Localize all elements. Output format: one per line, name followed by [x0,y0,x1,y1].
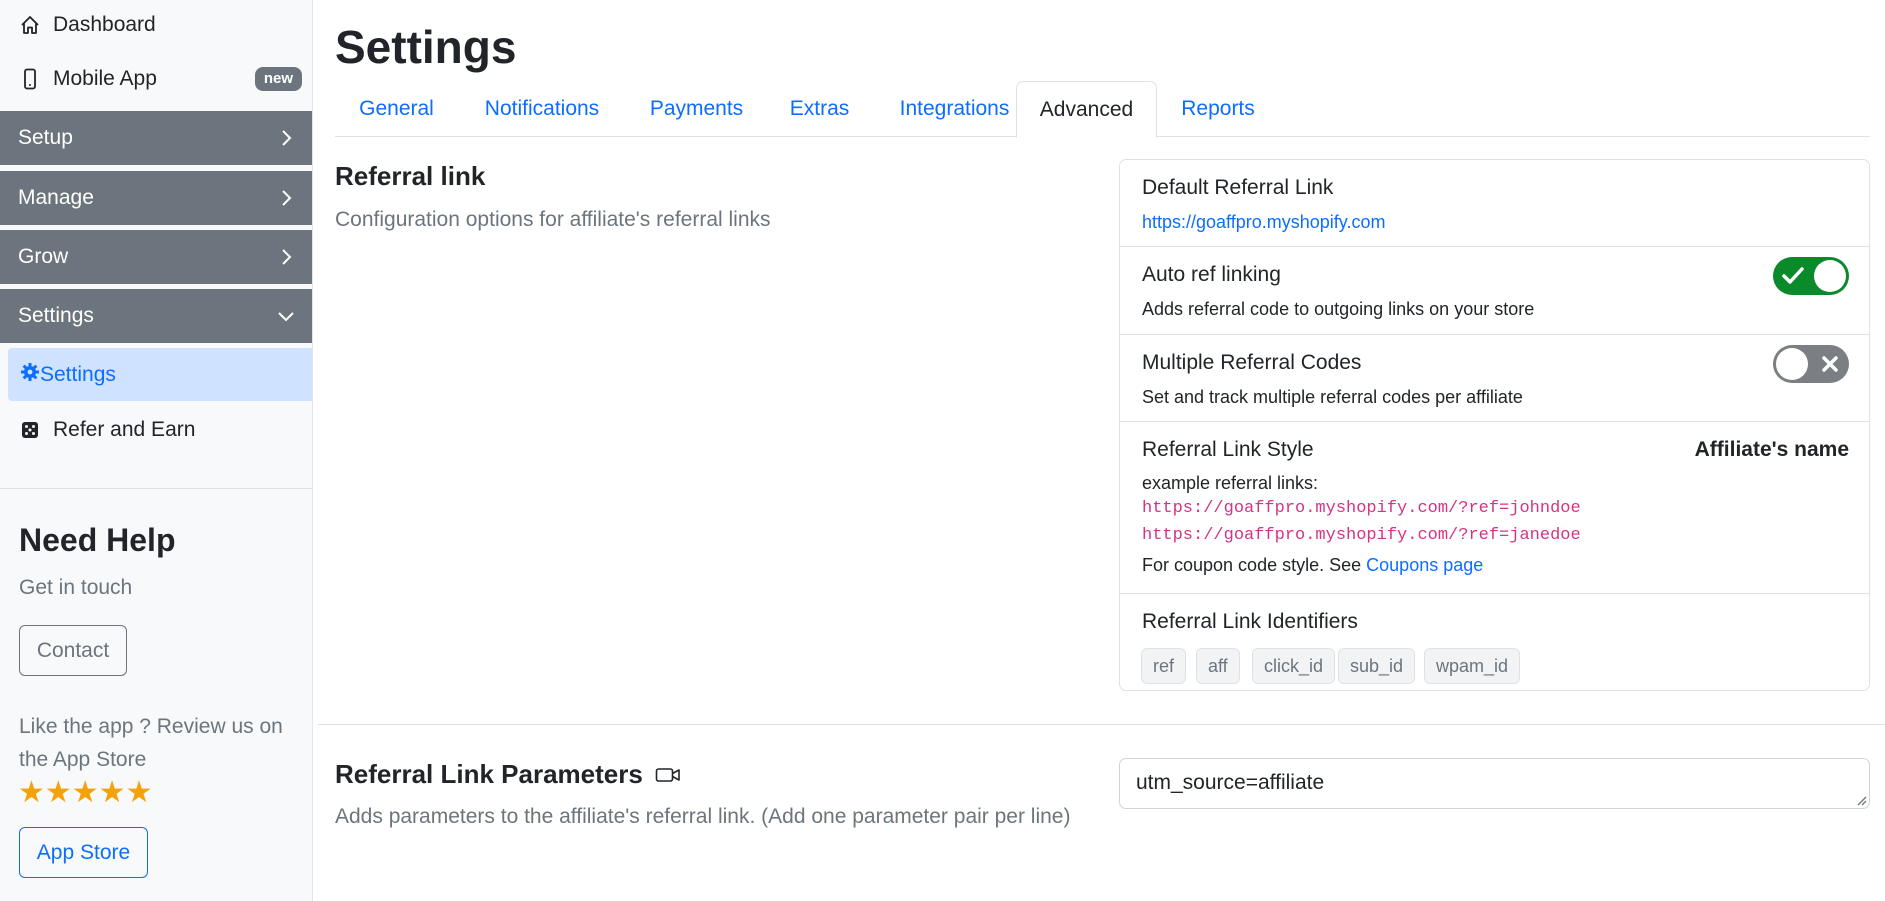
tab-general[interactable]: General [335,81,458,137]
identifier-pill[interactable]: sub_id [1338,648,1416,684]
sidebar-item-settings[interactable]: Settings [8,348,312,401]
identifier-pill[interactable]: click_id [1252,648,1336,684]
multiple-referral-codes-description: Set and track multiple referral codes pe… [1142,387,1523,407]
default-referral-link-url[interactable]: https://goaffpro.myshopify.com [1142,212,1385,233]
coupons-page-link[interactable]: Coupons page [1366,555,1483,575]
referral-link-style-label: Referral Link Style [1142,438,1314,461]
gear-icon [20,362,40,388]
parameters-value: utm_source=affiliate [1136,771,1325,794]
tab-notifications[interactable]: Notifications [458,81,626,137]
page-title: Settings [335,21,517,73]
review-text: Like the app ? Review us on the App Stor… [19,715,283,771]
tab-extras[interactable]: Extras [767,81,872,137]
identifier-pill[interactable]: wpam_id [1424,648,1521,684]
example-links-label: example referral links: [1142,473,1319,493]
sidebar-group-label: Settings [18,304,94,327]
referral-link-card: Default Referral Link https://goaffpro.m… [1119,159,1870,691]
referral-link-title: Referral link [335,161,486,191]
toggle-knob [1814,260,1846,292]
rating-stars: ★★★★★ [18,775,153,810]
settings-tabs: General Notifications Payments Extras In… [335,81,1870,138]
referral-link-parameters-heading: Referral Link Parameters [335,759,681,790]
referral-link-style-value[interactable]: Affiliate's name [1695,438,1849,462]
identifier-pills: ref aff click_id sub_id wpam_id [1141,648,1841,684]
identifier-pill[interactable]: ref [1141,648,1187,684]
app-store-button[interactable]: App Store [19,827,148,878]
chevron-right-icon [282,190,292,206]
check-icon [1782,267,1804,284]
section-divider [318,724,1885,725]
referral-link-description: Configuration options for affiliate's re… [335,208,771,231]
referral-link-style-row: Referral Link Style Affiliate's name exa… [1120,422,1869,594]
sidebar: Dashboard Mobile App new Setup Manage Gr… [0,0,313,901]
sidebar-group-setup[interactable]: Setup [0,111,312,165]
toggle-knob [1776,348,1808,380]
sidebar-divider [0,488,312,489]
sidebar-item-label: Refer and Earn [53,418,196,441]
help-title: Need Help [19,522,176,558]
chevron-right-icon [282,130,292,146]
sidebar-group-label: Manage [18,186,94,209]
chevron-right-icon [282,249,292,265]
sidebar-group-manage[interactable]: Manage [0,171,312,225]
house-icon [19,14,41,36]
auto-ref-linking-toggle[interactable] [1773,257,1849,295]
multiple-referral-codes-toggle[interactable] [1773,345,1849,383]
referral-link-identifiers-row: Referral Link Identifiers ref aff click_… [1120,594,1869,690]
tab-integrations[interactable]: Integrations [872,81,1037,137]
auto-ref-linking-row: Auto ref linking Adds referral code to o… [1120,247,1869,335]
sidebar-item-label: Settings [40,362,116,386]
tab-reports[interactable]: Reports [1157,81,1279,137]
chevron-down-icon [278,312,294,322]
coupon-style-note: For coupon code style. See Coupons page [1142,555,1483,576]
x-icon [1822,356,1838,372]
sidebar-group-grow[interactable]: Grow [0,230,312,284]
auto-ref-linking-label: Auto ref linking [1142,263,1281,286]
auto-ref-linking-description: Adds referral code to outgoing links on … [1142,299,1535,319]
example-link: https://goaffpro.myshopify.com/?ref=john… [1142,499,1581,518]
sidebar-item-refer-and-earn[interactable]: Refer and Earn [0,407,312,453]
default-referral-link-row: Default Referral Link https://goaffpro.m… [1120,160,1869,247]
referral-link-identifiers-label: Referral Link Identifiers [1142,610,1358,633]
multiple-referral-codes-row: Multiple Referral Codes Set and track mu… [1120,335,1869,422]
sidebar-item-dashboard[interactable]: Dashboard [0,2,312,48]
referral-link-parameters-title: Referral Link Parameters [335,759,643,789]
identifier-pill[interactable]: aff [1196,648,1240,684]
tab-advanced[interactable]: Advanced [1016,81,1157,138]
example-link: https://goaffpro.myshopify.com/?ref=jane… [1142,526,1581,545]
contact-button[interactable]: Contact [19,625,127,676]
phone-icon [19,68,41,90]
sidebar-group-label: Grow [18,245,69,268]
sidebar-group-label: Setup [18,126,73,149]
sidebar-group-settings[interactable]: Settings [0,289,312,343]
help-subtitle: Get in touch [19,576,133,599]
referral-link-parameters-description: Adds parameters to the affiliate's refer… [335,805,1071,828]
referral-link-parameters-input[interactable]: utm_source=affiliate [1119,758,1870,809]
tab-payments[interactable]: Payments [626,81,767,137]
dice-icon [19,419,41,441]
sidebar-item-mobile-app[interactable]: Mobile App new [0,56,312,102]
sidebar-item-label: Mobile App [53,67,157,90]
coupon-style-text: For coupon code style. See [1142,555,1362,575]
resize-handle-icon[interactable] [1855,794,1867,806]
new-badge: new [254,67,302,91]
video-icon[interactable] [655,765,681,785]
default-referral-link-label: Default Referral Link [1142,176,1334,199]
multiple-referral-codes-label: Multiple Referral Codes [1142,351,1362,374]
sidebar-item-label: Dashboard [53,13,156,36]
